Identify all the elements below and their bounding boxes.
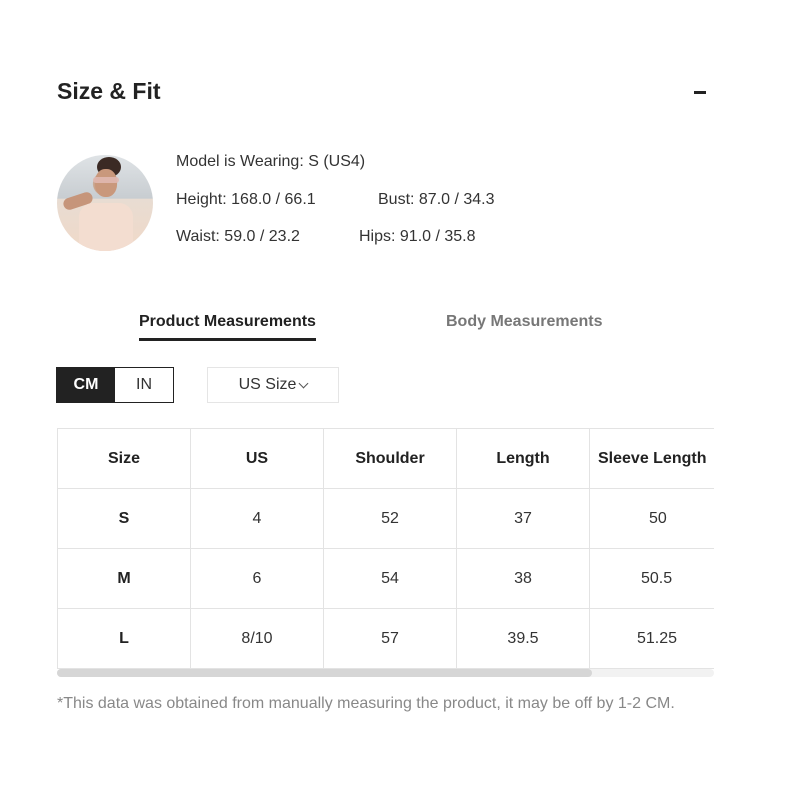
size-system-value: US Size: [238, 376, 297, 393]
unit-toggle: CM IN: [56, 367, 174, 403]
header-sleeve-length: Sleeve Length: [589, 428, 714, 489]
model-bust: Bust: 87.0 / 34.3: [378, 191, 495, 208]
cell-length: 38: [456, 548, 590, 609]
chevron-down-icon: [298, 378, 309, 389]
header-size: Size: [57, 428, 191, 489]
size-table-container: Size US Shoulder Length Sleeve Length S …: [57, 428, 714, 680]
cell-shoulder: 52: [323, 488, 457, 549]
tab-product-measurements[interactable]: Product Measurements: [139, 313, 316, 341]
model-measurements-row-2: Waist: 59.0 / 23.2 Hips: 91.0 / 35.8: [176, 228, 476, 246]
unit-in-button[interactable]: IN: [115, 368, 173, 402]
cell-size: M: [57, 548, 191, 609]
tab-body-measurements[interactable]: Body Measurements: [446, 313, 603, 331]
avatar-top: [79, 203, 133, 251]
cell-size: L: [57, 608, 191, 669]
cell-us: 8/10: [190, 608, 324, 669]
cell-sleeve-length: 50.5: [589, 548, 714, 609]
size-table: Size US Shoulder Length Sleeve Length S …: [57, 428, 714, 669]
measurement-disclaimer: *This data was obtained from manually me…: [57, 695, 675, 712]
header-us: US: [190, 428, 324, 489]
cell-size: S: [57, 488, 191, 549]
minus-icon[interactable]: [694, 91, 706, 94]
section-title: Size & Fit: [57, 78, 161, 104]
unit-cm-button[interactable]: CM: [57, 368, 115, 402]
table-header-row: Size US Shoulder Length Sleeve Length: [57, 428, 714, 489]
cell-length: 39.5: [456, 608, 590, 669]
model-wearing: Model is Wearing: S (US4): [176, 153, 366, 170]
cell-shoulder: 54: [323, 548, 457, 609]
cell-shoulder: 57: [323, 608, 457, 669]
avatar-glasses: [93, 177, 119, 183]
table-horizontal-scrollbar[interactable]: [57, 669, 714, 677]
model-measurements-row-1: Height: 168.0 / 66.1 Bust: 87.0 / 34.3: [176, 191, 495, 209]
cell-sleeve-length: 51.25: [589, 608, 714, 669]
avatar-face: [95, 169, 117, 197]
header-shoulder: Shoulder: [323, 428, 457, 489]
model-waist: Waist: 59.0 / 23.2: [176, 228, 300, 245]
cell-sleeve-length: 50: [589, 488, 714, 549]
table-row: S 4 52 37 50: [57, 488, 714, 549]
model-hips: Hips: 91.0 / 35.8: [359, 228, 476, 245]
cell-us: 4: [190, 488, 324, 549]
table-row: M 6 54 38 50.5: [57, 548, 714, 609]
size-system-select[interactable]: US Size: [207, 367, 339, 403]
cell-length: 37: [456, 488, 590, 549]
model-avatar: [57, 155, 153, 251]
model-height: Height: 168.0 / 66.1: [176, 191, 316, 208]
table-row: L 8/10 57 39.5 51.25: [57, 608, 714, 669]
cell-us: 6: [190, 548, 324, 609]
scrollbar-thumb[interactable]: [57, 669, 592, 677]
header-length: Length: [456, 428, 590, 489]
